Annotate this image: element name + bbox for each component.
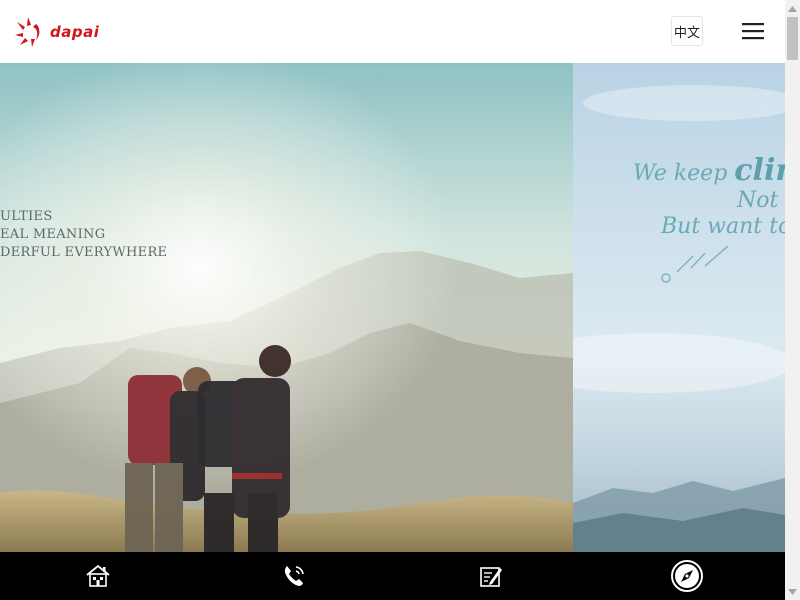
slide1-caption-line: EAL MEANING: [0, 227, 106, 242]
page-viewport: dapai 中文 ULTIES EAL MEANING DERFUL EVERY…: [0, 0, 785, 600]
bottom-nav: [0, 552, 785, 600]
menu-button[interactable]: [740, 20, 766, 42]
hikers-photo: [0, 63, 573, 552]
slide1-caption-line: DERFUL EVERYWHERE: [0, 245, 168, 260]
sun-logo-icon: [15, 17, 40, 47]
hero-slide-hikers: ULTIES EAL MEANING DERFUL EVERYWHERE: [0, 63, 573, 552]
nav-item-map[interactable]: [589, 552, 785, 600]
site-header: dapai 中文: [0, 0, 785, 63]
slide2-caption-line2: Not t: [737, 188, 785, 213]
phone-icon: [285, 566, 305, 586]
hero-slider[interactable]: ULTIES EAL MEANING DERFUL EVERYWHERE We …: [0, 63, 785, 552]
scroll-up-button[interactable]: [785, 0, 800, 17]
scroll-up-arrow-icon: [788, 5, 797, 12]
message-form-icon: [479, 567, 502, 587]
slide2-caption-line3: But want to s: [661, 214, 785, 239]
nav-item-message[interactable]: [393, 552, 589, 600]
scroll-down-arrow-icon: [788, 588, 797, 595]
slide2-caption-bold: clim: [734, 153, 785, 188]
hero-slide-climbing: We keep clim Not t But want to s: [573, 63, 785, 552]
hamburger-menu-icon: [742, 23, 764, 40]
slide2-caption: We keep clim Not t But want to s: [633, 156, 785, 240]
slide1-caption-line: ULTIES: [0, 209, 53, 224]
slide2-caption-line1: We keep clim: [633, 156, 785, 188]
slide1-caption: ULTIES EAL MEANING DERFUL EVERYWHERE: [0, 208, 167, 262]
scroll-down-button[interactable]: [785, 583, 800, 600]
nav-item-phone[interactable]: [196, 552, 392, 600]
language-switch-button[interactable]: 中文: [671, 16, 703, 46]
slide2-caption-prefix: We keep: [633, 161, 735, 186]
sky-landscape-photo: [573, 85, 785, 552]
logo-text: dapai: [50, 23, 100, 41]
nav-item-home[interactable]: [0, 552, 196, 600]
compass-icon: [670, 560, 703, 592]
vertical-scrollbar[interactable]: [785, 0, 800, 600]
scroll-thumb[interactable]: [787, 17, 798, 60]
site-logo[interactable]: dapai: [14, 15, 99, 49]
home-icon: [86, 564, 110, 587]
